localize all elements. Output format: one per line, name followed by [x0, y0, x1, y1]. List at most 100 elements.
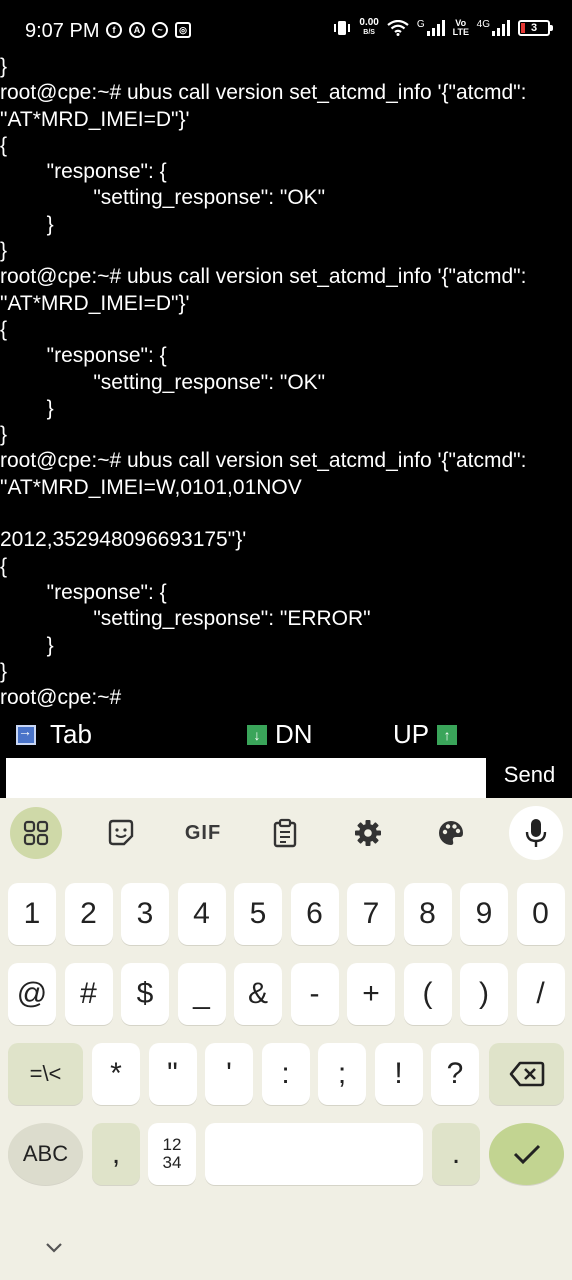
keyboard-toolbar: GIF — [0, 798, 572, 868]
voice-input-button[interactable] — [509, 806, 563, 860]
terminal-line: "response": { — [0, 344, 167, 368]
gif-icon: GIF — [184, 821, 222, 844]
net-speed-unit: B/S — [363, 29, 375, 36]
volte-label: Vo LTE — [452, 18, 469, 37]
palette-icon — [439, 821, 463, 845]
key[interactable]: 5 — [234, 883, 282, 945]
backspace-icon — [509, 1061, 544, 1087]
settings-button[interactable] — [342, 807, 394, 859]
clipboard-button[interactable] — [259, 807, 311, 859]
numpad-key-top: 12 — [162, 1135, 182, 1154]
terminal-line: root@cpe:~# ubus call version set_atcmd_… — [0, 449, 527, 473]
abc-key[interactable]: ABC — [8, 1123, 83, 1185]
send-button[interactable]: Send — [487, 758, 572, 798]
terminal-line: root@cpe:~# — [0, 686, 122, 710]
numpad-key[interactable]: 12 34 — [148, 1123, 196, 1185]
key[interactable]: 0 — [516, 883, 565, 945]
key[interactable]: 6 — [290, 883, 339, 945]
up-key[interactable]: UP ↑ — [393, 719, 458, 750]
clipboard-icon — [273, 818, 297, 848]
key[interactable]: 3 — [121, 883, 169, 945]
tab-key[interactable]: Tab — [16, 719, 92, 750]
symbols-page-key[interactable]: =\< — [8, 1043, 83, 1105]
terminal-line: root@cpe:~# ubus call version set_atcmd_… — [0, 81, 527, 105]
terminal-line: "setting_response": "ERROR" — [0, 607, 371, 631]
wifi-icon — [387, 20, 409, 36]
key[interactable]: 8 — [403, 883, 452, 945]
key[interactable]: / — [516, 963, 565, 1025]
key[interactable]: 1 — [8, 883, 56, 945]
period-key[interactable]: . — [432, 1123, 480, 1185]
down-key[interactable]: ↓ DN — [247, 719, 313, 750]
key[interactable]: " — [148, 1043, 197, 1105]
numpad-key-bottom: 34 — [162, 1153, 182, 1172]
key[interactable]: 9 — [460, 883, 508, 945]
sticker-button[interactable] — [95, 807, 147, 859]
app-a-icon: A — [129, 22, 145, 38]
terminal-line: } — [0, 659, 8, 683]
terminal-line: "setting_response": "OK" — [0, 370, 326, 394]
key[interactable]: ? — [431, 1043, 479, 1105]
extra-keys-bar: Tab ↓ DN UP ↑ — [0, 715, 572, 755]
key[interactable]: & — [234, 963, 282, 1025]
key[interactable]: ) — [460, 963, 508, 1025]
apps-grid-button[interactable] — [10, 807, 62, 859]
net-speed: 0.00 B/S — [359, 18, 378, 38]
key[interactable]: : — [261, 1043, 310, 1105]
network-4g-label: 4G — [476, 18, 490, 30]
key[interactable]: 2 — [64, 883, 113, 945]
key[interactable]: - — [290, 963, 339, 1025]
key[interactable]: * — [92, 1043, 140, 1105]
terminal-output[interactable]: } root@cpe:~# ubus call version set_atcmd… — [0, 54, 572, 712]
key[interactable]: ( — [403, 963, 452, 1025]
command-input[interactable] — [4, 758, 486, 798]
tab-label: Tab — [50, 719, 92, 749]
signal-bars-icon-1 — [426, 20, 445, 36]
terminal-line: } — [0, 212, 54, 236]
enter-key[interactable] — [489, 1123, 564, 1185]
terminal-line: { — [0, 317, 8, 341]
grid-icon — [23, 820, 49, 846]
vibrate-icon — [334, 21, 351, 35]
sticker-icon — [108, 819, 134, 846]
terminal-line: 2012,352948096693175"}' — [0, 528, 247, 552]
key[interactable]: 7 — [347, 883, 395, 945]
messenger-icon: ~ — [152, 22, 168, 38]
arrow-down-icon: ↓ — [247, 724, 267, 745]
terminal-line: "response": { — [0, 580, 167, 604]
key[interactable]: _ — [177, 963, 226, 1025]
space-key[interactable] — [205, 1123, 423, 1185]
comma-key[interactable]: , — [92, 1123, 140, 1185]
key[interactable]: @ — [8, 963, 56, 1025]
key[interactable]: $ — [121, 963, 169, 1025]
battery-icon: 3 — [518, 20, 553, 36]
terminal-line: "AT*MRD_IMEI=W,0101,01NOV — [0, 475, 302, 499]
status-bar: 9:07 PM f A ~ ◎ 0.00 B/S G Vo LTE 4G 3 — [0, 0, 572, 62]
net-speed-value: 0.00 — [359, 17, 379, 28]
key[interactable]: 4 — [177, 883, 226, 945]
checkmark-icon — [513, 1144, 540, 1165]
hide-keyboard-button[interactable] — [44, 1238, 64, 1259]
gif-button[interactable]: GIF — [177, 807, 229, 859]
theme-button[interactable] — [425, 807, 477, 859]
tab-icon — [16, 723, 36, 745]
key[interactable]: ' — [205, 1043, 253, 1105]
terminal-line: "setting_response": "OK" — [0, 186, 326, 210]
backspace-key[interactable] — [489, 1043, 564, 1105]
key[interactable]: ; — [318, 1043, 366, 1105]
up-label: UP — [393, 719, 430, 749]
terminal-line: { — [0, 133, 8, 157]
terminal-line: } — [0, 633, 54, 657]
terminal-line: "AT*MRD_IMEI=D"}' — [0, 291, 190, 315]
terminal-line: "AT*MRD_IMEI=D"}' — [0, 107, 190, 131]
terminal-line: } — [0, 239, 8, 263]
key[interactable]: ! — [374, 1043, 423, 1105]
terminal-line: } — [0, 396, 54, 420]
gear-icon — [355, 820, 381, 846]
terminal-line: root@cpe:~# ubus call version set_atcmd_… — [0, 265, 527, 289]
terminal-line: { — [0, 554, 8, 578]
command-input-row: Send — [0, 758, 572, 798]
key[interactable]: + — [347, 963, 395, 1025]
arrow-up-icon: ↑ — [437, 724, 458, 745]
key[interactable]: # — [64, 963, 113, 1025]
